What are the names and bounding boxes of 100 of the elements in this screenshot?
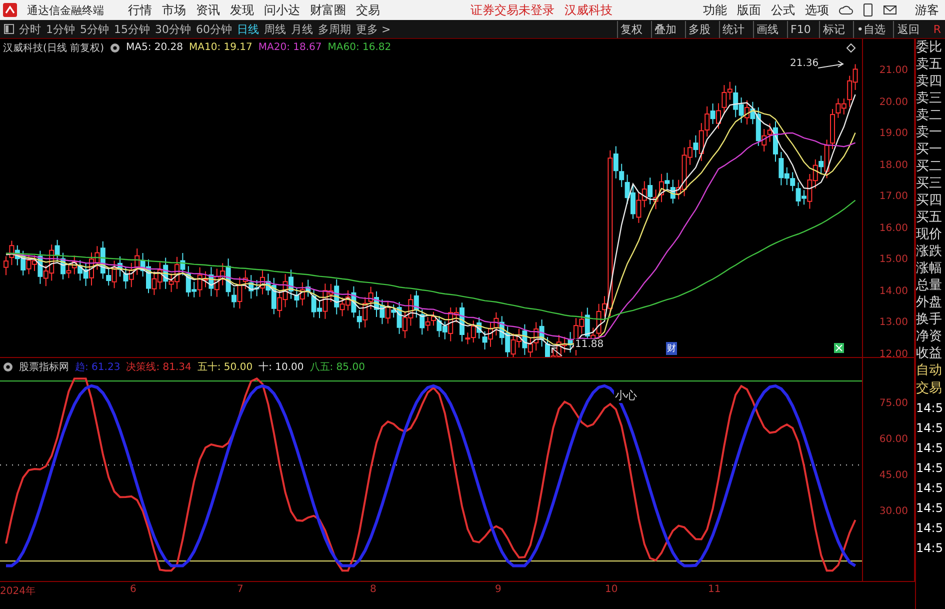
diamond-icon[interactable] [846, 43, 856, 53]
quote-field-label: 涨幅 [916, 260, 943, 277]
menu-item[interactable]: 财富圈 [310, 2, 346, 18]
quote-field-label: 涨跌 [916, 243, 943, 260]
toolbar-button[interactable]: •自选 [852, 20, 888, 38]
price-tick-label: 16.00 [879, 222, 908, 234]
trade-time: 14:5 [916, 420, 944, 437]
low-price-label: 11.88 [574, 339, 605, 350]
quote-field-label: 现价 [916, 226, 943, 243]
menu-item[interactable]: 功能 [703, 2, 727, 18]
price-tick-label: 14.00 [879, 286, 908, 296]
indicator-legend: 八五: 85.00 [310, 360, 365, 374]
quote-field-label: 卖三 [916, 90, 943, 107]
quote-field-label: 买三 [916, 175, 943, 192]
period-tab[interactable]: 多周期 [318, 22, 351, 36]
menu-item[interactable]: 行情 [128, 2, 152, 18]
app-title: 通达信金融终端 [27, 2, 104, 18]
signal-note: 小心 [614, 388, 638, 403]
panel-icon[interactable] [4, 24, 14, 34]
quote-field-label: 换手 [916, 311, 943, 328]
indicator-title: 股票指标网 [19, 360, 69, 374]
quote-field-label: 卖一 [916, 124, 943, 141]
quote-field-label: 买一 [916, 141, 943, 158]
indicator-legend: 十: 10.00 [258, 360, 304, 374]
quote-field-label: 买五 [916, 209, 943, 226]
period-tab[interactable]: 5分钟 [80, 22, 109, 36]
trade-time: 14:5 [916, 460, 944, 477]
finance-badge[interactable]: 财 [666, 342, 677, 355]
high-price-label: 21.36 [790, 58, 819, 69]
menu-item[interactable]: 公式 [771, 2, 795, 18]
period-tab[interactable]: 30分钟 [155, 22, 191, 36]
phone-icon[interactable] [863, 3, 873, 17]
period-tab[interactable]: 1分钟 [46, 22, 75, 36]
indicator-legend: 五十: 50.00 [197, 360, 253, 374]
corner-label: R [933, 22, 941, 36]
period-tab[interactable]: 日线 [237, 22, 259, 36]
quote-field-label: 卖五 [916, 56, 943, 73]
trade-time: 14:5 [916, 520, 944, 537]
settings-icon[interactable] [3, 362, 13, 372]
trade-time: 14:5 [916, 440, 944, 457]
indicator-tick-label: 45.00 [879, 470, 908, 481]
date-tick-label: 10 [605, 584, 618, 595]
quote-field-label: 净资 [916, 328, 943, 345]
indicator-tick-label: 60.00 [879, 434, 908, 445]
period-tab[interactable]: 更多 > [356, 22, 391, 36]
period-tab[interactable]: 15分钟 [114, 22, 150, 36]
date-tick-label: 8 [370, 584, 376, 595]
user-label[interactable]: 游客 [915, 2, 939, 18]
period-tab[interactable]: 周线 [264, 22, 286, 36]
price-tick-label: 15.00 [879, 254, 908, 265]
quote-field-label: 收益 [916, 345, 943, 362]
period-tab[interactable]: 月线 [291, 22, 313, 36]
price-tick-label: 21.00 [879, 65, 908, 76]
trade-label[interactable]: 交易 [916, 380, 945, 398]
notice-link[interactable]: 汉威科技 [564, 2, 612, 18]
date-tick-label: 2024年 [0, 585, 36, 598]
menu-item[interactable]: 版面 [737, 2, 761, 18]
price-tick-label: 18.00 [879, 160, 908, 170]
arrow-icon [818, 60, 844, 68]
quote-field-label: 卖四 [916, 73, 943, 90]
menu-item[interactable]: 交易 [356, 2, 380, 18]
ma-legend: MA10: 19.17 [189, 42, 252, 53]
date-tick-label: 6 [130, 584, 136, 595]
indicator-legend: 决策线: 81.34 [126, 360, 192, 374]
period-tab[interactable]: 60分钟 [196, 22, 232, 36]
price-tick-label: 19.00 [879, 128, 908, 139]
logo-icon [3, 3, 17, 17]
quote-field-label: 卖二 [916, 107, 943, 124]
quote-field-label: 买四 [916, 192, 943, 209]
mail-icon[interactable] [883, 5, 897, 15]
indicator-tick-label: 75.00 [879, 398, 908, 409]
trade-time: 14:5 [916, 540, 944, 557]
quote-field-label: 总量 [916, 277, 943, 294]
indicator-legend: 趋: 61.23 [75, 360, 120, 374]
menu-item[interactable]: 发现 [230, 2, 254, 18]
trade-label[interactable]: 自动 [916, 362, 945, 380]
ma-legend: MA5: 20.28 [126, 42, 183, 53]
ma-legend: MA20: 18.67 [258, 42, 322, 53]
indicator-tick-label: 30.00 [879, 506, 908, 517]
ma-legend: MA60: 16.82 [328, 42, 392, 53]
quote-field-label: 外盘 [916, 294, 943, 311]
date-tick-label: 11 [708, 584, 721, 595]
chart-title: 汉威科技(日线 前复权) [3, 42, 104, 54]
period-tab[interactable]: 分时 [19, 22, 41, 36]
price-tick-label: 13.00 [879, 317, 908, 328]
trade-time: 14:5 [916, 480, 944, 497]
quote-field-label: 买二 [916, 158, 943, 175]
cloud-icon[interactable] [839, 4, 853, 16]
menu-item[interactable]: 选项 [805, 2, 829, 18]
menu-item[interactable]: 资讯 [196, 2, 220, 18]
notice-link[interactable]: 证券交易未登录 [470, 2, 554, 18]
price-tick-label: 20.00 [879, 96, 908, 108]
trade-time: 14:5 [916, 400, 944, 417]
arrow-icon [552, 348, 562, 356]
menu-item[interactable]: 市场 [162, 2, 186, 18]
settings-icon[interactable] [110, 42, 120, 52]
price-tick-label: 17.00 [879, 191, 908, 202]
date-tick-label: 9 [495, 584, 502, 595]
menu-item[interactable]: 问小达 [264, 2, 300, 18]
date-tick-label: 7 [237, 584, 244, 595]
